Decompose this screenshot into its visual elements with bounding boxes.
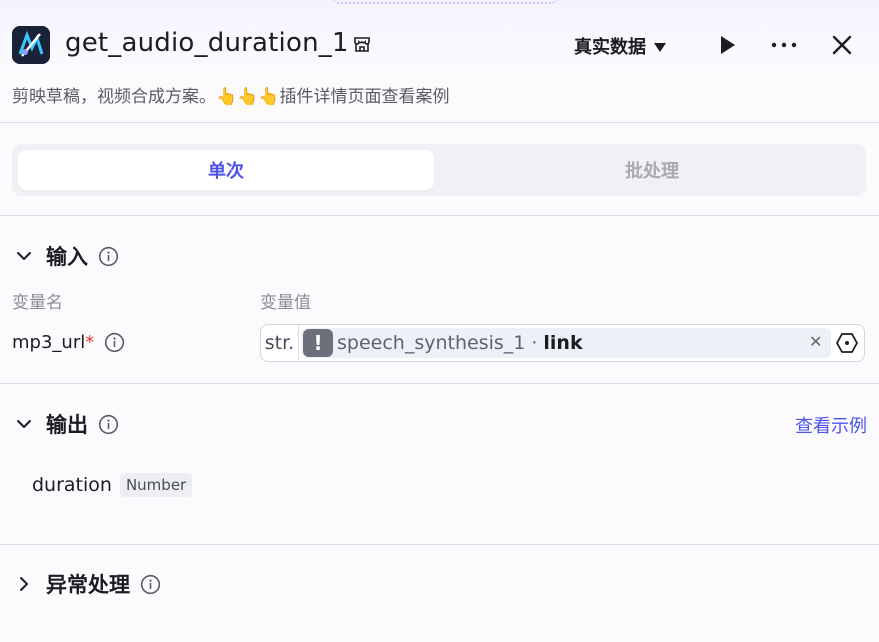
info-icon[interactable]	[140, 574, 161, 595]
chevron-down-icon	[654, 42, 666, 52]
info-icon[interactable]	[98, 414, 119, 435]
ref-separator: ·	[531, 332, 538, 354]
input-section-header[interactable]: 输入	[12, 241, 119, 271]
clear-icon[interactable]: ✕	[809, 332, 822, 351]
output-section-header[interactable]: 输出	[12, 409, 119, 439]
chevron-right-icon	[20, 577, 28, 591]
warning-icon: !	[303, 329, 333, 357]
exception-section-header[interactable]: 异常处理	[12, 569, 161, 599]
view-example-link[interactable]: 查看示例	[795, 412, 867, 438]
data-mode-label: 真实数据	[574, 37, 646, 58]
input-section-title: 输入	[46, 245, 88, 269]
data-mode-select[interactable]: 真实数据	[574, 33, 666, 59]
divider	[0, 122, 879, 123]
info-icon[interactable]	[104, 332, 125, 353]
exception-section-title: 异常处理	[46, 573, 130, 597]
column-label-value: 变量值	[260, 293, 311, 313]
divider	[0, 215, 879, 216]
store-icon[interactable]	[352, 34, 372, 54]
type-tag[interactable]: str.	[261, 325, 299, 361]
tab-batch[interactable]: 批处理	[444, 150, 860, 190]
chevron-down-icon	[17, 420, 31, 428]
more-icon[interactable]	[767, 30, 801, 60]
param-name-text: mp3_url	[12, 332, 86, 353]
chevron-down-icon	[17, 252, 31, 260]
output-field-row: duration Number	[32, 473, 193, 497]
divider	[0, 383, 879, 384]
param-name: mp3_url*	[12, 332, 125, 353]
info-icon[interactable]	[98, 246, 119, 267]
param-value-field[interactable]: str. ! speech_synthesis_1 · link ✕	[260, 324, 865, 362]
plugin-logo	[12, 26, 50, 64]
node-description: 剪映草稿，视频合成方案。👆👆👆插件详情页面查看案例	[12, 87, 450, 107]
output-section-title: 输出	[46, 413, 88, 437]
ref-node-name: speech_synthesis_1	[337, 332, 526, 354]
play-icon[interactable]	[712, 30, 742, 60]
settings-hex-icon[interactable]	[835, 331, 859, 355]
node-title[interactable]: get_audio_duration_1	[65, 28, 349, 58]
output-type-badge: Number	[119, 473, 193, 497]
close-icon[interactable]	[827, 30, 857, 60]
ref-field-name: link	[543, 332, 583, 354]
column-label-name: 变量名	[12, 293, 63, 313]
tab-single[interactable]: 单次	[18, 150, 434, 190]
divider	[0, 544, 879, 545]
run-mode-tabs: 单次 批处理	[12, 144, 866, 196]
panel-header: get_audio_duration_1 真实数据	[12, 24, 867, 66]
required-mark: *	[85, 332, 95, 353]
output-field-name: duration	[32, 474, 112, 496]
variable-reference-chip[interactable]: ! speech_synthesis_1 · link	[301, 328, 831, 358]
top-connector-decoration	[330, 0, 560, 4]
plugin-node-panel: get_audio_duration_1 真实数据 剪映草稿，视频合成方案。👆👆…	[0, 0, 879, 642]
